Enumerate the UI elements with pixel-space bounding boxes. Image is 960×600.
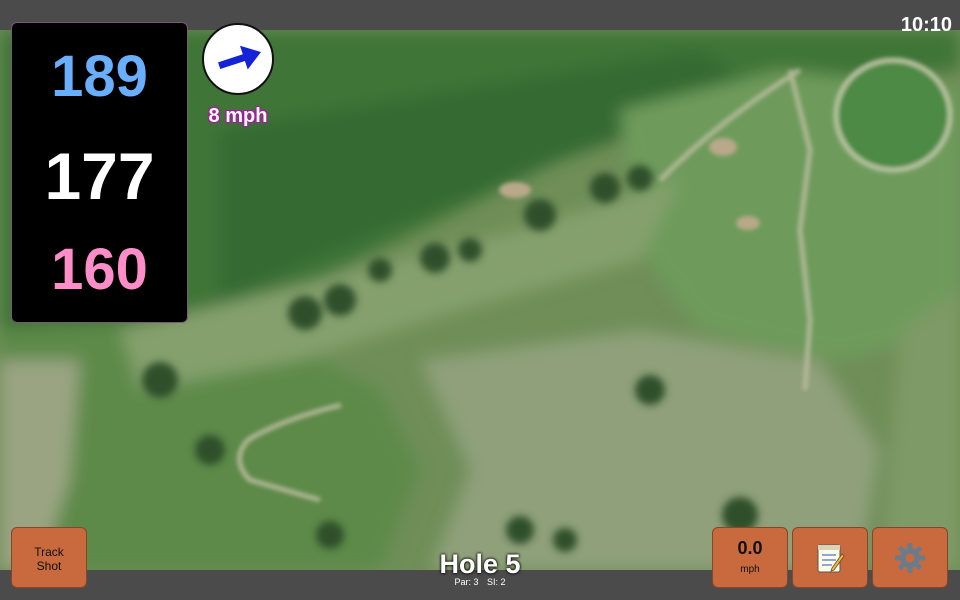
wind-indicator xyxy=(202,23,274,95)
back-distance: 189 xyxy=(51,44,148,109)
distance-panel: 189 177 160 xyxy=(11,22,188,323)
gear-icon xyxy=(895,542,925,573)
speed-unit: mph xyxy=(740,564,760,575)
speed-button[interactable]: 0.0 mph xyxy=(712,527,788,588)
notepad-icon xyxy=(817,544,845,572)
middle-distance: 177 xyxy=(44,139,155,213)
settings-button[interactable] xyxy=(872,527,948,588)
notes-button[interactable] xyxy=(792,527,868,588)
hole-par: Par: 3 xyxy=(454,577,479,587)
front-distance: 160 xyxy=(51,237,148,302)
speed-value: 0.0 xyxy=(737,538,763,558)
track-shot-label: Track Shot xyxy=(34,545,64,573)
hole-stroke-index: SI: 2 xyxy=(487,577,506,587)
wind-direction-arrow-icon xyxy=(218,45,261,70)
hole-title: Hole 5 xyxy=(439,549,521,579)
hole-info: Par: 3 SI: 2 xyxy=(380,577,580,587)
track-shot-button[interactable]: Track Shot xyxy=(11,527,87,588)
status-clock: 10:10 xyxy=(900,14,952,36)
wind-speed-label: 8 mph xyxy=(208,105,268,127)
